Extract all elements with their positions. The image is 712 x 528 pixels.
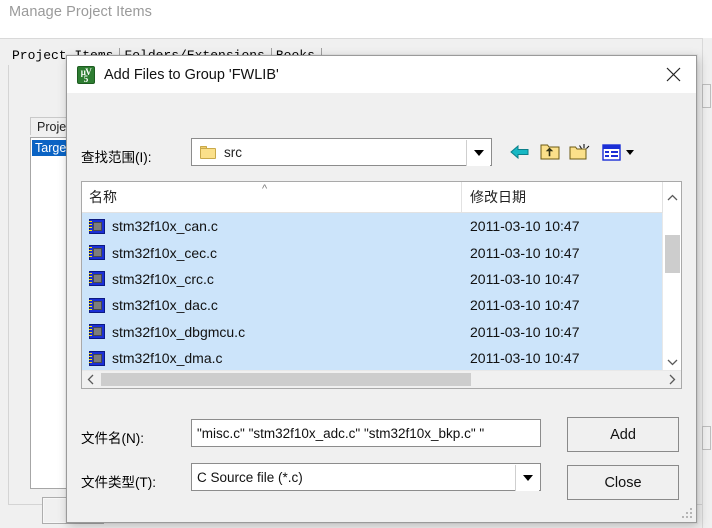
dialog-titlebar[interactable]: μV 5 Add Files to Group 'FWLIB' <box>67 56 696 93</box>
file-name-cell: stm32f10x_can.c <box>82 218 462 234</box>
file-name-text: stm32f10x_crc.c <box>112 270 214 287</box>
file-type-value: C Source file (*.c) <box>197 469 303 485</box>
new-folder-icon[interactable] <box>567 140 593 164</box>
c-source-file-icon <box>89 245 105 261</box>
back-icon[interactable] <box>507 140 533 164</box>
table-row[interactable]: stm32f10x_dac.c 2011-03-10 10:47 <box>82 292 681 319</box>
file-date-cell: 2011-03-10 10:47 <box>470 270 580 287</box>
dialog-body: 查找范围(I): src 名称 ^ 修改日期 stm32f10x_can.c 2… <box>67 93 696 522</box>
c-source-file-icon <box>89 271 105 287</box>
file-name-cell: stm32f10x_cec.c <box>82 245 462 261</box>
uvision-icon: μV 5 <box>77 65 95 84</box>
uvision-icon-line2: 5 <box>83 73 89 84</box>
views-icon[interactable] <box>597 140 639 164</box>
c-source-file-icon <box>89 218 105 234</box>
horizontal-scrollbar-thumb[interactable] <box>101 373 471 386</box>
table-row[interactable]: stm32f10x_dma.c 2011-03-10 10:47 <box>82 344 681 371</box>
add-button[interactable]: Add <box>567 417 679 452</box>
host-right-edge <box>702 38 712 528</box>
add-files-dialog: μV 5 Add Files to Group 'FWLIB' 查找范围(I):… <box>66 55 697 523</box>
column-header-date-label: 修改日期 <box>470 189 526 205</box>
table-row[interactable]: stm32f10x_can.c 2011-03-10 10:47 <box>82 213 681 240</box>
file-name-cell: stm32f10x_dbgmcu.c <box>82 324 462 340</box>
file-name-text: stm32f10x_cec.c <box>112 244 218 261</box>
file-name-text: stm32f10x_can.c <box>112 218 218 235</box>
look-in-combobox[interactable]: src <box>191 138 492 166</box>
chevron-right-icon[interactable] <box>663 371 681 388</box>
file-name-text: stm32f10x_dma.c <box>112 350 223 367</box>
file-date-cell: 2011-03-10 10:47 <box>470 350 580 367</box>
file-name-label: 文件名(N): <box>81 431 144 446</box>
file-name-value: "misc.c" "stm32f10x_adc.c" "stm32f10x_bk… <box>197 425 485 441</box>
look-in-value: src <box>224 144 242 160</box>
vertical-scrollbar-thumb[interactable] <box>665 235 680 273</box>
close-icon[interactable] <box>650 56 696 93</box>
file-name-input[interactable]: "misc.c" "stm32f10x_adc.c" "stm32f10x_bk… <box>191 419 541 447</box>
file-list-horizontal-scrollbar[interactable] <box>82 370 681 388</box>
table-row[interactable]: stm32f10x_dbgmcu.c 2011-03-10 10:47 <box>82 318 681 345</box>
column-header-name-label: 名称 <box>89 189 117 205</box>
table-row[interactable]: stm32f10x_cec.c 2011-03-10 10:47 <box>82 239 681 266</box>
chevron-down-icon[interactable] <box>663 353 681 371</box>
folder-icon <box>200 145 216 159</box>
file-name-cell: stm32f10x_dac.c <box>82 297 462 313</box>
sort-ascending-icon: ^ <box>262 182 268 195</box>
look-in-chevron-down-icon[interactable] <box>466 140 490 166</box>
file-list-rows[interactable]: stm32f10x_can.c 2011-03-10 10:47 stm32f10x… <box>82 213 681 371</box>
file-list[interactable]: 名称 ^ 修改日期 stm32f10x_can.c 2011-03-10 10:4… <box>81 181 682 389</box>
table-row[interactable]: stm32f10x_crc.c 2011-03-10 10:47 <box>82 265 681 293</box>
host-window-title: Manage Project Items <box>9 4 153 20</box>
column-header-date[interactable]: 修改日期 <box>462 182 662 213</box>
dialog-title: Add Files to Group 'FWLIB' <box>104 66 279 83</box>
file-name-cell: stm32f10x_dma.c <box>82 350 462 366</box>
file-list-vertical-scrollbar[interactable] <box>662 213 681 371</box>
file-type-combobox[interactable]: C Source file (*.c) <box>191 463 541 491</box>
chevron-left-icon[interactable] <box>82 371 100 388</box>
file-type-label: 文件类型(T): <box>81 475 156 490</box>
up-folder-icon[interactable] <box>537 140 563 164</box>
close-button[interactable]: Close <box>567 465 679 500</box>
file-type-chevron-down-icon[interactable] <box>515 465 539 491</box>
file-name-text: stm32f10x_dac.c <box>112 297 218 314</box>
c-source-file-icon <box>89 324 105 340</box>
resize-grip-icon[interactable] <box>680 506 694 520</box>
host-right-button-1[interactable] <box>702 84 711 108</box>
column-header-name[interactable]: 名称 ^ <box>82 182 462 213</box>
file-date-cell: 2011-03-10 10:47 <box>470 297 580 314</box>
file-date-cell: 2011-03-10 10:47 <box>470 323 580 340</box>
file-name-text: stm32f10x_dbgmcu.c <box>112 323 246 340</box>
c-source-file-icon <box>89 297 105 313</box>
file-date-cell: 2011-03-10 10:47 <box>470 218 580 235</box>
host-right-button-2[interactable] <box>702 426 711 450</box>
file-date-cell: 2011-03-10 10:47 <box>470 244 580 261</box>
file-name-cell: stm32f10x_crc.c <box>82 271 462 287</box>
file-list-scroll-up-button[interactable] <box>662 182 681 213</box>
screen: Manage Project Items Project Items Folde… <box>0 0 712 528</box>
look-in-label: 查找范围(I): <box>81 150 152 165</box>
c-source-file-icon <box>89 350 105 366</box>
file-list-header: 名称 ^ 修改日期 <box>82 182 681 213</box>
